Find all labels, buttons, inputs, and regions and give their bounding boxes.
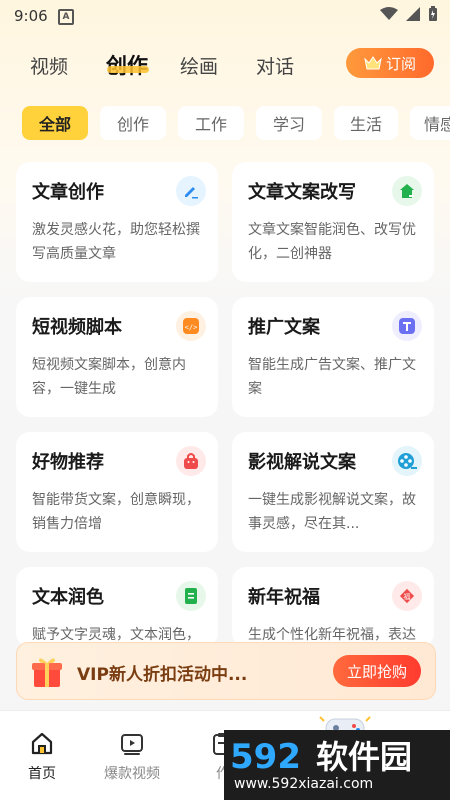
card-description: 短视频文案脚本，创意内容，一键生成	[32, 357, 186, 397]
card-article-writing[interactable]: 文章创作 激发灵感火花，助您轻松撰写高质量文章	[16, 162, 218, 282]
chip-life[interactable]: 生活	[334, 106, 398, 140]
home-icon	[31, 732, 53, 755]
card-article-rewrite[interactable]: 文章文案改写 文章文案智能润色、改写优化，二创神器	[232, 162, 434, 282]
card-description: 智能生成广告文案、推广文案	[248, 357, 416, 397]
status-icons	[380, 6, 438, 22]
gift-icon	[32, 658, 62, 687]
card-product-recommend[interactable]: 好物推荐 智能带货文案，创意瞬现，销售力倍增	[16, 432, 218, 552]
tab-drawing[interactable]: 绘画	[180, 52, 218, 79]
card-title: 短视频脚本	[32, 317, 122, 338]
document-icon	[176, 581, 206, 611]
banner-text: VIP新人折扣活动中...	[77, 665, 248, 685]
status-bar: 9:06 A	[0, 0, 450, 32]
text-t-icon	[392, 311, 422, 341]
watermark: 592 软件园 www.592xiazai.com	[224, 730, 450, 800]
card-title: 好物推荐	[32, 452, 104, 473]
video-icon	[121, 734, 143, 755]
card-description: 智能带货文案，创意瞬现，销售力倍增	[32, 492, 200, 532]
tab-video[interactable]: 视频	[30, 52, 68, 79]
card-description: 文章文案智能润色、改写优化，二创神器	[248, 222, 416, 262]
card-title: 文章文案改写	[248, 182, 356, 203]
card-text-polish[interactable]: 文本润色 赋予文字灵魂，文本润色，助您书写动人	[16, 567, 218, 667]
tab-chat[interactable]: 对话	[256, 52, 294, 79]
signal-icon	[406, 7, 420, 21]
chip-emotion[interactable]: 情感	[410, 106, 450, 140]
category-chips: 全部 创作 工作 学习 生活 情感	[0, 106, 450, 142]
crown-icon	[364, 56, 382, 70]
svg-text:福: 福	[404, 592, 411, 601]
fortune-icon: 福	[392, 581, 422, 611]
svg-text:592: 592	[230, 737, 301, 776]
card-title: 新年祝福	[248, 587, 320, 608]
card-description: 激发灵感火花，助您轻松撰写高质量文章	[32, 222, 200, 262]
vip-promo-banner[interactable]: VIP新人折扣活动中... 立即抢购	[16, 642, 436, 700]
card-title: 文章创作	[32, 182, 104, 203]
bottom-nav-home[interactable]: 首页	[28, 731, 56, 783]
subscribe-button[interactable]: 订阅	[346, 48, 434, 78]
card-title: 文本润色	[32, 587, 104, 608]
card-title: 影视解说文案	[248, 452, 356, 473]
active-tab-indicator	[107, 66, 149, 73]
shopping-bag-icon	[176, 446, 206, 476]
card-description: 一键生成影视解说文案，故事灵感，尽在其...	[248, 492, 416, 532]
tab-create[interactable]: 创作	[106, 50, 148, 80]
code-icon: </>	[176, 311, 206, 341]
card-new-year-wishes[interactable]: 新年祝福 福 生成个性化新年祝福，表达真挚情感	[232, 567, 434, 667]
film-reel-icon	[392, 446, 422, 476]
wifi-icon	[380, 7, 398, 20]
chip-create[interactable]: 创作	[100, 106, 166, 140]
card-title: 推广文案	[248, 317, 320, 338]
status-time: 9:06	[14, 7, 48, 25]
chip-all[interactable]: 全部	[22, 106, 88, 140]
card-film-commentary[interactable]: 影视解说文案 一键生成影视解说文案，故事灵感，尽在其...	[232, 432, 434, 552]
bottom-nav-label: 爆款视频	[104, 766, 160, 782]
svg-text:软件园: 软件园	[316, 738, 412, 776]
subscribe-label: 订阅	[385, 54, 416, 73]
battery-icon	[429, 6, 437, 21]
bottom-nav-hot-videos[interactable]: 爆款视频	[104, 731, 160, 783]
watermark-logo: 592 软件园	[230, 737, 412, 776]
bottom-nav-label: 首页	[28, 766, 56, 782]
notification-icon: A	[58, 9, 74, 25]
card-promo-copy[interactable]: 推广文案 智能生成广告文案、推广文案	[232, 297, 434, 417]
watermark-url: www.592xiazai.com	[234, 776, 374, 792]
card-short-video-script[interactable]: 短视频脚本 </> 短视频文案脚本，创意内容，一键生成	[16, 297, 218, 417]
chip-work[interactable]: 工作	[178, 106, 244, 140]
house-edit-icon	[392, 176, 422, 206]
svg-text:</>: </>	[185, 324, 198, 332]
pencil-icon	[176, 176, 206, 206]
chip-study[interactable]: 学习	[256, 106, 322, 140]
buy-now-button[interactable]: 立即抢购	[333, 655, 421, 687]
